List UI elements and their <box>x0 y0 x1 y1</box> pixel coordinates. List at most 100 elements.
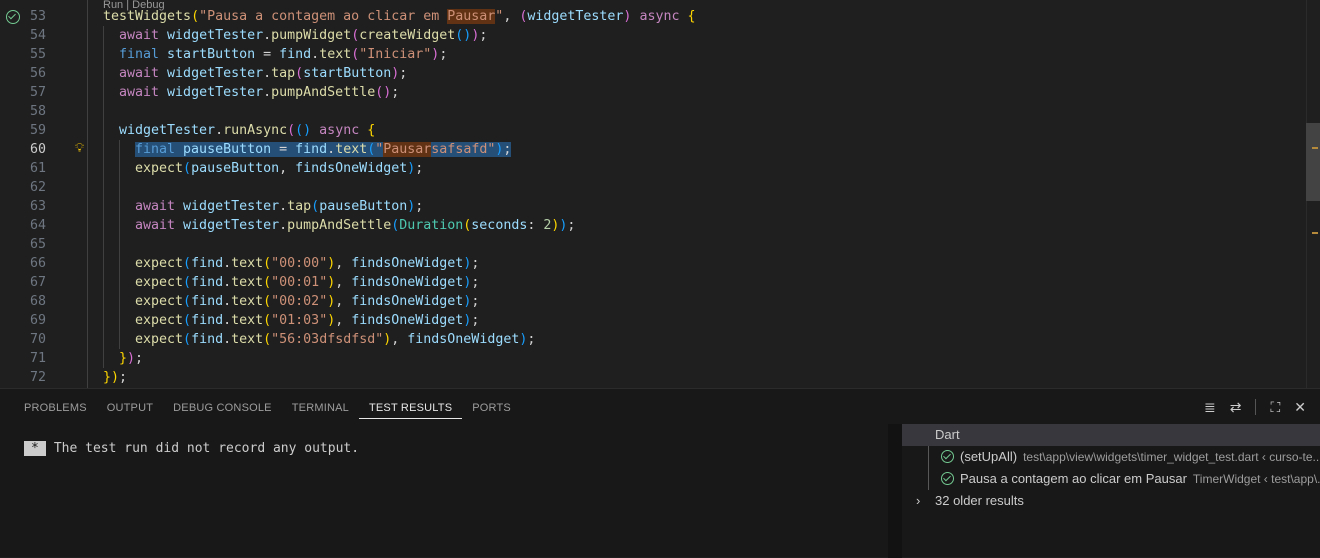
code-token: text <box>335 142 368 157</box>
test-result-item[interactable]: (setUpAll) test\app\view\widgets\timer_wi… <box>902 446 1320 468</box>
code-token: } <box>103 370 112 385</box>
codelens-run-debug[interactable]: Run | Debug <box>103 0 165 11</box>
code-token: "00:01" <box>271 275 328 290</box>
code-token: "56:03dfsdfsd" <box>271 332 384 347</box>
code-token: ; <box>471 275 480 290</box>
panel-tabs: PROBLEMS OUTPUT DEBUG CONSOLE TERMINAL T… <box>14 401 521 423</box>
code-token: , <box>335 256 352 271</box>
code-token: ; <box>471 313 480 328</box>
tab-debug-console[interactable]: DEBUG CONSOLE <box>163 401 282 423</box>
line-number: 61 <box>29 161 46 176</box>
code-line[interactable]: 54 await widgetTester.pumpWidget(createWi… <box>0 26 1305 45</box>
passed-icon <box>941 472 954 485</box>
scrollbar-marker <box>1312 232 1318 234</box>
code-token: ; <box>527 332 536 347</box>
code-token: ( <box>183 294 192 309</box>
code-token: () <box>375 85 392 100</box>
code-token: ( <box>263 332 272 347</box>
code-line[interactable]: 72}); <box>0 368 1305 387</box>
line-number: 62 <box>29 180 46 195</box>
code-token: () <box>455 28 472 43</box>
test-label: Pausa a contagem ao clicar em Pausar <box>960 471 1187 486</box>
code-token: expect <box>135 161 184 176</box>
test-result-item[interactable]: Pausa a contagem ao clicar em Pausar Time… <box>902 468 1320 490</box>
code-line[interactable]: 68 expect(find.text("00:02"), findsOneWid… <box>0 292 1305 311</box>
tab-terminal[interactable]: TERMINAL <box>282 401 359 423</box>
line-number: 67 <box>29 275 46 290</box>
code-token: findsOneWidget <box>351 313 464 328</box>
chevron-right-icon: › <box>916 493 921 508</box>
code-token: ; <box>119 370 128 385</box>
line-number: 55 <box>29 47 46 62</box>
tree-group-dart[interactable]: Dart <box>902 424 1320 446</box>
code-token: text <box>231 275 264 290</box>
close-panel-icon[interactable]: ✕ <box>1294 399 1306 416</box>
lightbulb-icon[interactable]: 💡︎ <box>75 141 84 156</box>
code-token: ( <box>183 332 192 347</box>
code-token: . <box>223 332 232 347</box>
code-line[interactable]: 53 testWidgets("Pausa a contagem ao clica… <box>0 7 1305 26</box>
line-number: 71 <box>29 351 46 366</box>
line-number: 57 <box>29 85 46 100</box>
clear-output-icon[interactable]: ≣ <box>1204 399 1216 416</box>
code-line[interactable]: 59 widgetTester.runAsync(() async { <box>0 121 1305 140</box>
code-token: createWidget <box>359 28 456 43</box>
tab-test-results[interactable]: TEST RESULTS <box>358 401 463 419</box>
toggle-wrap-icon[interactable]: ⇄ <box>1230 399 1242 416</box>
output-marker: * <box>24 441 46 456</box>
code-text: testWidgets("Pausa a contagem ao clicar … <box>103 7 696 26</box>
code-line[interactable]: 63 await widgetTester.tap(pauseButton); <box>0 197 1305 216</box>
older-results-label: 32 older results <box>935 493 1024 508</box>
vertical-scrollbar[interactable] <box>1306 0 1320 388</box>
line-number: 72 <box>29 370 46 385</box>
code-line[interactable]: 56 await widgetTester.tap(startButton); <box>0 64 1305 83</box>
code-token: find <box>191 313 224 328</box>
code-line[interactable]: 67 expect(find.text("00:01"), findsOneWid… <box>0 273 1305 292</box>
code-token: pauseButton <box>319 199 408 214</box>
code-token: pauseButton <box>191 161 280 176</box>
code-token: Pausar <box>447 9 496 24</box>
code-token: , <box>335 275 352 290</box>
code-token: : <box>527 218 544 233</box>
older-results[interactable]: › 32 older results <box>902 490 1320 512</box>
code-line[interactable]: 66 expect(find.text("00:00"), findsOneWid… <box>0 254 1305 273</box>
code-line[interactable]: 57 await widgetTester.pumpAndSettle(); <box>0 83 1305 102</box>
code-line[interactable]: 60 final pauseButton = find.text("Pausars… <box>0 140 1305 159</box>
code-line[interactable]: 71}); <box>0 349 1305 368</box>
code-line[interactable]: 58 <box>0 102 1305 121</box>
code-token: safsafd" <box>431 142 496 157</box>
code-token: , <box>335 294 352 309</box>
code-token: widgetTester <box>167 28 264 43</box>
tab-ports[interactable]: PORTS <box>462 401 521 423</box>
tab-problems[interactable]: PROBLEMS <box>14 401 97 423</box>
code-token: expect <box>135 256 184 271</box>
scrollbar-thumb[interactable] <box>1306 123 1320 201</box>
code-editor[interactable]: Run | Debug 53 testWidgets("Pausa a conta… <box>0 0 1320 388</box>
code-token: ( <box>183 161 192 176</box>
code-text: expect(find.text("00:01"), findsOneWidge… <box>135 273 479 292</box>
code-token: . <box>263 66 272 81</box>
code-token: ( <box>263 275 272 290</box>
line-number: 63 <box>29 199 46 214</box>
test-results-tree: Dart (setUpAll) test\app\view\widgets\tim… <box>888 424 1320 558</box>
code-line[interactable]: 64 await widgetTester.pumpAndSettle(Durat… <box>0 216 1305 235</box>
maximize-panel-icon[interactable]: ⛶ <box>1270 399 1280 416</box>
test-passed-icon[interactable] <box>6 10 20 24</box>
tab-output[interactable]: OUTPUT <box>97 401 163 423</box>
code-token: ( <box>263 256 272 271</box>
code-line[interactable]: 65 <box>0 235 1305 254</box>
code-line[interactable]: 62 <box>0 178 1305 197</box>
code-token: text <box>231 294 264 309</box>
code-token: ; <box>135 351 144 366</box>
code-line[interactable]: 55 final startButton = find.text("Iniciar… <box>0 45 1305 64</box>
code-token: ; <box>479 28 488 43</box>
line-number: 66 <box>29 256 46 271</box>
code-token: await <box>119 28 168 43</box>
code-token: widgetTester <box>183 218 280 233</box>
code-line[interactable]: 61 expect(pauseButton, findsOneWidget); <box>0 159 1305 178</box>
code-line[interactable]: 69 expect(find.text("01:03"), findsOneWid… <box>0 311 1305 330</box>
code-text: widgetTester.runAsync(() async { <box>119 121 375 140</box>
code-line[interactable]: 70 expect(find.text("56:03dfsdfsd"), find… <box>0 330 1305 349</box>
code-text: }); <box>103 368 127 387</box>
code-token: ( <box>263 313 272 328</box>
